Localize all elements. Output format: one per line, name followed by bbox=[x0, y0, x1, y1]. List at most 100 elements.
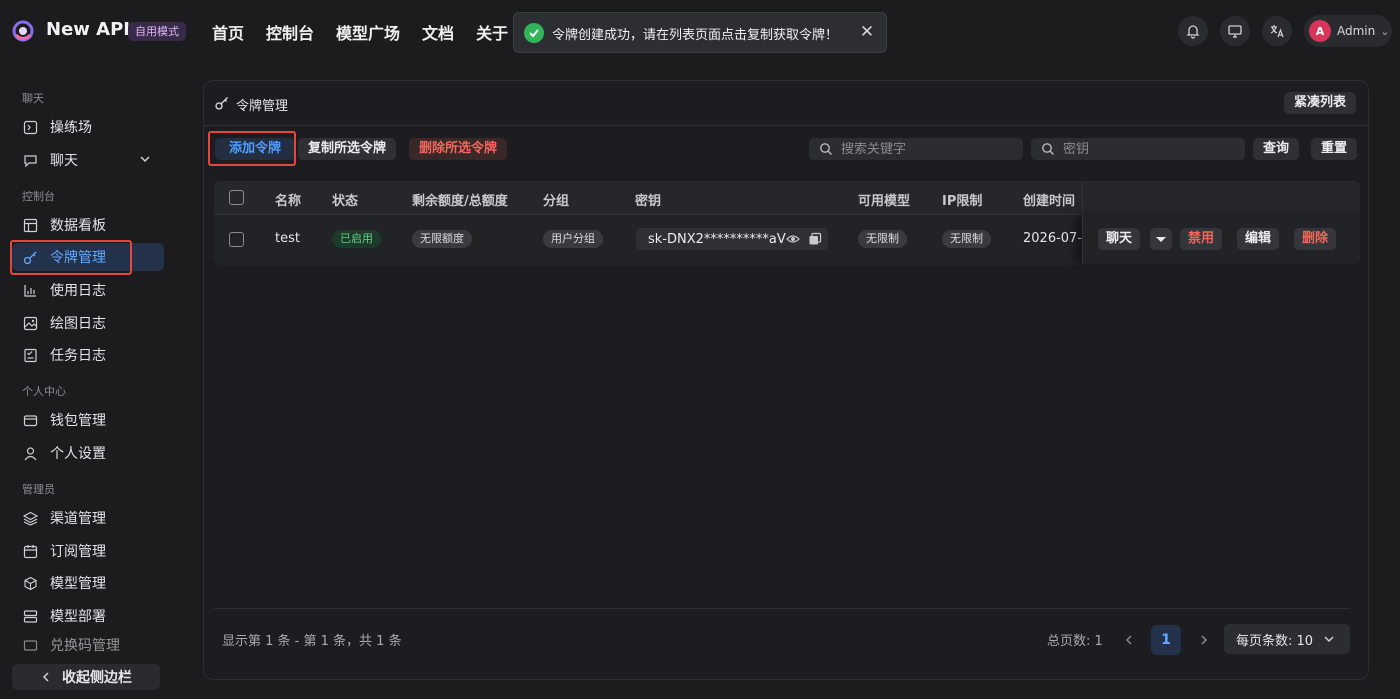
sidebar-item-task-logs[interactable]: 任务日志 bbox=[12, 341, 164, 369]
keyword-search-input[interactable] bbox=[841, 141, 1011, 157]
calendar-icon bbox=[22, 543, 38, 559]
image-icon bbox=[22, 315, 38, 331]
translate-icon bbox=[1270, 25, 1284, 38]
language-button[interactable] bbox=[1262, 16, 1292, 46]
page-button-current[interactable]: 1 bbox=[1151, 625, 1181, 655]
playground-icon bbox=[22, 119, 38, 135]
sidebar-item-redeem-codes[interactable]: 兑换码管理 bbox=[12, 634, 164, 656]
nav-console[interactable]: 控制台 bbox=[266, 20, 314, 44]
token-key: sk-DNX2**********aV bbox=[636, 228, 828, 250]
server-icon bbox=[22, 608, 38, 624]
header-created[interactable]: 创建时间 bbox=[1023, 190, 1075, 209]
notification-button[interactable] bbox=[1178, 16, 1208, 46]
quota-tag: 无限额度 bbox=[412, 230, 472, 248]
query-button[interactable]: 查询 bbox=[1253, 138, 1300, 160]
header-name[interactable]: 名称 bbox=[275, 190, 301, 209]
page-title: 令牌管理 bbox=[236, 99, 289, 114]
add-token-button[interactable]: 添加令牌 bbox=[215, 138, 295, 160]
row-checkbox[interactable] bbox=[229, 232, 244, 247]
sidebar-item-usage-logs[interactable]: 使用日志 bbox=[12, 276, 164, 304]
dashboard-icon bbox=[22, 217, 38, 233]
chevron-left-icon bbox=[1125, 635, 1132, 645]
edit-button[interactable]: 编辑 bbox=[1237, 228, 1280, 250]
select-all-checkbox[interactable] bbox=[229, 190, 244, 205]
pagination-info: 显示第 1 条 - 第 1 条，共 1 条 bbox=[222, 634, 402, 649]
sidebar-item-label: 数据看板 bbox=[50, 218, 106, 234]
tokens-card: 令牌管理 紧凑列表 添加令牌 复制所选令牌 删除所选令牌 查询 重置 名称 状态… bbox=[203, 80, 1369, 680]
page-size-select[interactable]: 每页条数: 10 bbox=[1224, 624, 1350, 654]
user-menu[interactable]: A Admin ⌄ bbox=[1304, 15, 1392, 47]
ip-tag: 无限制 bbox=[942, 230, 991, 248]
toast-message: 令牌创建成功，请在列表页面点击复制获取令牌！ bbox=[552, 28, 839, 43]
header-ip[interactable]: IP限制 bbox=[942, 190, 982, 209]
sidebar-item-label: 绘图日志 bbox=[50, 316, 106, 332]
token-name: test bbox=[275, 231, 300, 246]
top-bar: New API 自用模式 首页 控制台 模型广场 文档 关于 令牌创建成功，请在… bbox=[0, 0, 1400, 62]
nav-about[interactable]: 关于 bbox=[476, 20, 508, 44]
delete-selected-button[interactable]: 删除所选令牌 bbox=[409, 138, 508, 160]
key-search-input[interactable] bbox=[1063, 141, 1233, 157]
brand-name[interactable]: New API bbox=[46, 19, 130, 40]
sidebar-item-playground[interactable]: 操练场 bbox=[12, 113, 164, 141]
search-icon bbox=[820, 143, 832, 155]
nav-model-market[interactable]: 模型广场 bbox=[336, 20, 400, 44]
key-search[interactable] bbox=[1031, 138, 1245, 160]
row-actions: 聊天 禁用 编辑 删除 bbox=[1082, 215, 1360, 264]
chat-button[interactable]: 聊天 bbox=[1098, 228, 1141, 250]
copy-selected-button[interactable]: 复制所选令牌 bbox=[298, 138, 397, 160]
chart-icon bbox=[22, 282, 38, 298]
logo-icon[interactable] bbox=[12, 20, 34, 42]
mode-badge: 自用模式 bbox=[128, 22, 186, 41]
sidebar-item-deployments[interactable]: 模型部署 bbox=[12, 602, 164, 630]
status-badge: 已启用 bbox=[332, 230, 381, 248]
chevron-down-icon bbox=[1324, 636, 1334, 643]
top-nav: 首页 控制台 模型广场 文档 关于 bbox=[212, 20, 508, 44]
sidebar-item-label: 使用日志 bbox=[50, 283, 106, 299]
keyword-search[interactable] bbox=[809, 138, 1023, 160]
cube-icon bbox=[22, 575, 38, 591]
sidebar-item-wallet[interactable]: 钱包管理 bbox=[12, 406, 164, 434]
header-group[interactable]: 分组 bbox=[543, 190, 569, 209]
prev-page-button[interactable] bbox=[1114, 625, 1144, 655]
sidebar-item-subscriptions[interactable]: 订阅管理 bbox=[12, 537, 164, 565]
section-console: 控制台 bbox=[22, 190, 55, 203]
sidebar-item-models[interactable]: 模型管理 bbox=[12, 569, 164, 597]
chevron-left-icon bbox=[42, 672, 49, 682]
sidebar-item-label: 模型管理 bbox=[50, 576, 106, 592]
sidebar-item-label: 任务日志 bbox=[50, 348, 106, 364]
sidebar-item-settings[interactable]: 个人设置 bbox=[12, 439, 164, 467]
group-tag: 用户分组 bbox=[543, 230, 603, 248]
sidebar-item-channels[interactable]: 渠道管理 bbox=[12, 504, 164, 532]
header-quota[interactable]: 剩余额度/总额度 bbox=[412, 190, 508, 209]
created-time: 2026-07- bbox=[1023, 231, 1083, 246]
reset-button[interactable]: 重置 bbox=[1311, 138, 1358, 160]
section-admin: 管理员 bbox=[22, 483, 55, 496]
sidebar-item-tokens[interactable]: 令牌管理 bbox=[12, 243, 164, 271]
token-key-text: sk-DNX2**********aV bbox=[648, 231, 786, 247]
models-tag: 无限制 bbox=[858, 230, 907, 248]
sidebar-item-drawing-logs[interactable]: 绘图日志 bbox=[12, 309, 164, 337]
chevron-down-icon: ⌄ bbox=[1380, 24, 1390, 38]
collapse-sidebar-button[interactable]: 收起侧边栏 bbox=[12, 664, 160, 690]
next-page-button[interactable] bbox=[1189, 625, 1219, 655]
delete-button[interactable]: 删除 bbox=[1294, 228, 1337, 250]
disable-button[interactable]: 禁用 bbox=[1180, 228, 1223, 250]
header-key[interactable]: 密钥 bbox=[635, 190, 661, 209]
section-personal: 个人中心 bbox=[22, 385, 66, 398]
display-button[interactable] bbox=[1220, 16, 1250, 46]
eye-icon[interactable] bbox=[786, 232, 800, 246]
compact-list-button[interactable]: 紧凑列表 bbox=[1284, 92, 1357, 114]
header-models[interactable]: 可用模型 bbox=[858, 190, 910, 209]
sidebar-item-label: 聊天 bbox=[50, 153, 78, 169]
header-status[interactable]: 状态 bbox=[332, 190, 358, 209]
nav-docs[interactable]: 文档 bbox=[422, 20, 454, 44]
chat-dropdown-button[interactable] bbox=[1150, 228, 1172, 250]
layers-icon bbox=[22, 510, 38, 526]
close-icon[interactable]: ✕ bbox=[858, 22, 876, 42]
sidebar-item-chat[interactable]: 聊天 bbox=[12, 146, 164, 174]
check-icon bbox=[524, 23, 544, 43]
copy-icon[interactable] bbox=[808, 232, 822, 246]
nav-home[interactable]: 首页 bbox=[212, 20, 244, 44]
chevron-down-icon[interactable] bbox=[138, 152, 152, 166]
sidebar-item-dashboard[interactable]: 数据看板 bbox=[12, 211, 164, 239]
